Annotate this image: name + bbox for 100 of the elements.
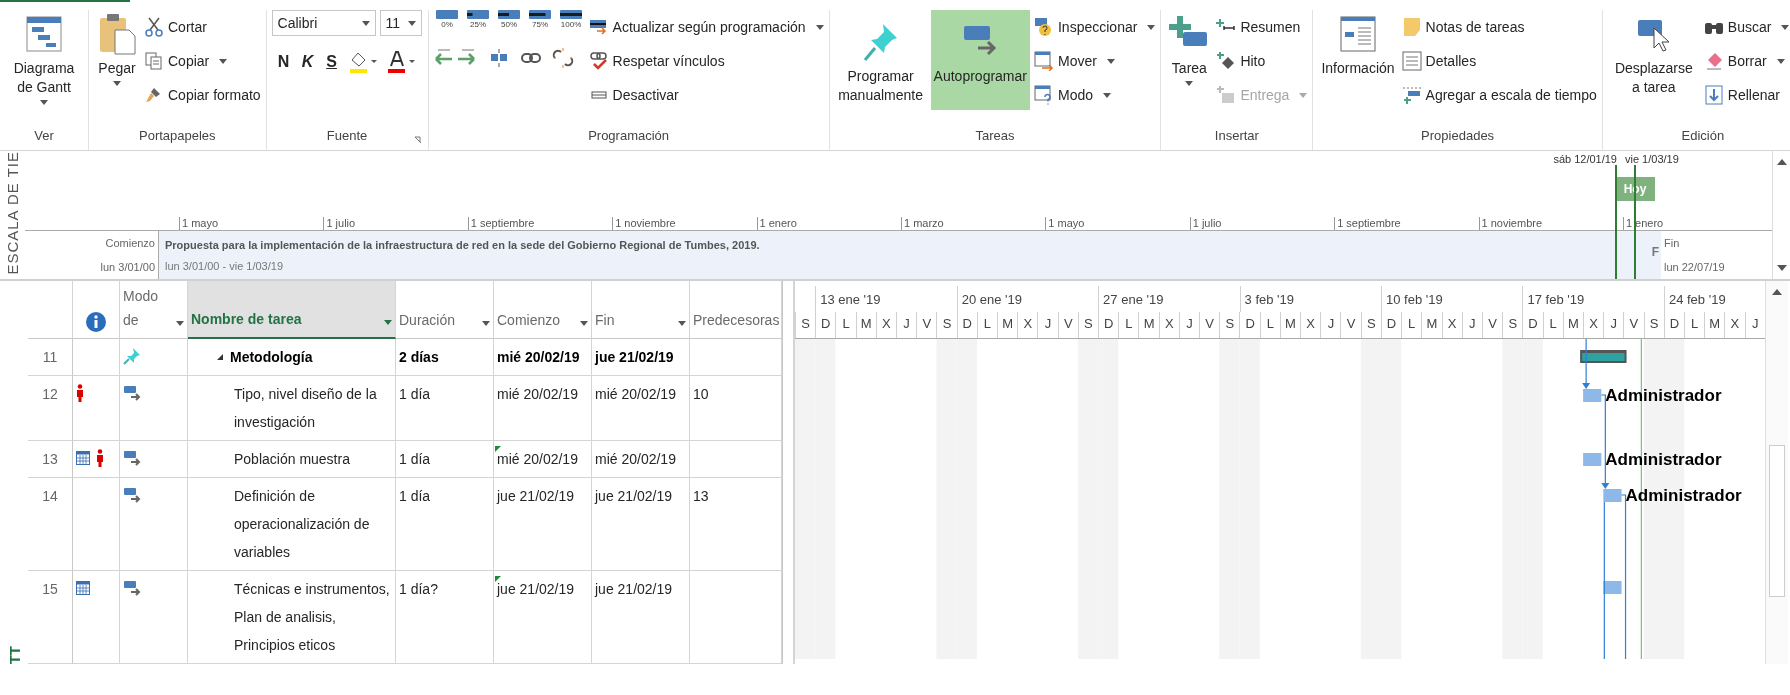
inactivate-button[interactable]: Desactivar: [588, 82, 824, 108]
dependency-arrow: [1582, 339, 1591, 389]
column-header[interactable]: Comienzo: [494, 281, 592, 339]
scrollbar-thumb[interactable]: [1769, 445, 1785, 597]
day-label: X: [1017, 312, 1038, 338]
day-label: X: [1158, 312, 1179, 338]
column-header[interactable]: Duración: [396, 281, 494, 339]
percent-complete-button[interactable]: 50%: [495, 10, 523, 29]
fill-down-button[interactable]: Rellenar: [1703, 82, 1790, 108]
timescale-label: 1 noviembre: [612, 217, 757, 230]
week-label: 13 ene '19: [820, 292, 881, 307]
gantt-chart-button[interactable]: Diagrama de Gantt: [5, 10, 83, 120]
summary-bar[interactable]: [1580, 350, 1627, 363]
caret-icon: [361, 20, 370, 26]
week-label: 20 ene '19: [961, 292, 1022, 307]
start-date-cell: jue 21/02/19: [497, 581, 575, 597]
find-button[interactable]: Buscar: [1703, 14, 1790, 40]
row-number: 13: [28, 441, 73, 478]
predecessors-cell: 13: [690, 478, 782, 571]
details-button[interactable]: Detalles: [1401, 48, 1597, 74]
filter-caret-icon[interactable]: [482, 321, 490, 326]
column-header[interactable]: Fin: [592, 281, 690, 339]
cut-button[interactable]: Cortar: [144, 14, 261, 40]
day-label: L: [976, 312, 998, 338]
manually-schedule-button[interactable]: Programar manualmente: [834, 10, 927, 110]
auto-schedule-button[interactable]: Autoprogramar: [930, 10, 1030, 110]
day-label: X: [1724, 312, 1745, 338]
unlink-icon[interactable]: [551, 47, 574, 69]
font-size-dropdown[interactable]: 11: [379, 10, 422, 36]
update-as-scheduled-button[interactable]: Actualizar según programación: [588, 14, 824, 40]
clipboard-icon: [97, 12, 137, 56]
clear-button[interactable]: Borrar: [1703, 48, 1790, 74]
task-bar[interactable]: [1603, 581, 1622, 594]
scroll-down-icon[interactable]: [1776, 265, 1787, 271]
day-label: V: [1623, 312, 1644, 338]
day-label: M: [1704, 312, 1725, 338]
dialog-launcher-icon[interactable]: [413, 136, 422, 144]
info-icon: [86, 312, 106, 332]
timescale-label: 1 mayo: [1045, 217, 1190, 230]
copy-button[interactable]: Copiar: [144, 48, 261, 74]
group-label: Tareas: [975, 128, 1015, 145]
percent-complete-button[interactable]: 75%: [526, 10, 554, 29]
start-date-cell: mié 20/02/19: [497, 349, 580, 365]
day-label: D: [1239, 312, 1260, 338]
scroll-to-task-button[interactable]: Desplazarse a tarea: [1607, 10, 1700, 120]
percent-complete-button[interactable]: 25%: [464, 10, 492, 29]
fill-down-icon: [1703, 85, 1724, 105]
mode-button[interactable]: Modo: [1034, 82, 1156, 108]
caret-icon: [219, 58, 228, 64]
timeline-bar[interactable]: Propuesta para la implementación de la infraestructura de red en la sede del Gobierno Regional de Tumbes, 2019. lun 3/01/00 - vie 1/03/19 F: [158, 231, 1661, 279]
caret-icon: [113, 81, 121, 86]
collapse-triangle-icon[interactable]: [216, 353, 224, 361]
font-color-icon[interactable]: [385, 50, 416, 74]
filter-caret-icon[interactable]: [176, 321, 184, 326]
day-label: L: [1401, 312, 1422, 338]
day-label: L: [1118, 312, 1139, 338]
summary-button[interactable]: Resumen: [1216, 14, 1308, 40]
day-label: M: [997, 312, 1018, 338]
milestone-button[interactable]: Hito: [1216, 48, 1308, 74]
italic-button[interactable]: K: [299, 53, 316, 71]
indicators-column-header[interactable]: [73, 281, 120, 339]
timeline-bar-dates: lun 3/01/00 - vie 1/03/19: [164, 259, 284, 272]
underline-button[interactable]: S: [323, 53, 340, 71]
start-date: lun 3/01/00: [100, 261, 155, 273]
timescale-label: 1 septiembre: [1334, 217, 1479, 230]
column-header[interactable]: Nombre de tarea: [188, 281, 396, 339]
day-label: L: [1542, 312, 1563, 338]
paste-button[interactable]: Pegar: [94, 10, 140, 120]
resource-label: Administrador: [1605, 386, 1722, 405]
row-number: 14: [28, 478, 73, 571]
day-label: V: [916, 312, 937, 338]
font-name-dropdown[interactable]: Calibri: [271, 10, 376, 36]
insert-task-button[interactable]: Tarea: [1166, 10, 1213, 120]
scissors-icon: [144, 17, 164, 37]
scrollbar[interactable]: [1765, 281, 1788, 664]
task-notes-button[interactable]: Notas de tareas: [1401, 14, 1597, 40]
inspect-button[interactable]: Inspeccionar: [1034, 14, 1156, 40]
start-date-cell: mié 20/02/19: [497, 451, 578, 467]
fill-color-icon[interactable]: [347, 50, 378, 74]
week-label: 17 feb '19: [1527, 292, 1585, 307]
row-number: 15: [28, 571, 73, 664]
respect-links-button[interactable]: Respetar vínculos: [588, 48, 824, 74]
filter-caret-icon[interactable]: [580, 321, 588, 326]
column-header[interactable]: Predecesoras: [690, 281, 782, 339]
format-painter-button[interactable]: Copiar formato: [144, 82, 261, 108]
day-label: X: [1300, 312, 1321, 338]
scroll-up-icon[interactable]: [1772, 289, 1782, 295]
add-to-timeline-button[interactable]: Agregar a escala de tiempo: [1401, 82, 1597, 108]
percent-complete-button[interactable]: 0%: [433, 10, 461, 29]
task-name: Técnicas e instrumentos, Plan de analisis, Principios eticos: [234, 580, 391, 655]
move-button[interactable]: Mover: [1034, 48, 1156, 74]
finish-label: Fin: [1664, 237, 1681, 249]
percent-complete-button[interactable]: 100%: [557, 10, 585, 29]
scroll-up-icon[interactable]: [1776, 159, 1787, 165]
scrollbar[interactable]: [1772, 151, 1790, 279]
filter-caret-icon[interactable]: [384, 320, 392, 325]
day-label: M: [855, 312, 876, 338]
filter-caret-icon[interactable]: [678, 321, 686, 326]
information-button[interactable]: Información: [1318, 10, 1398, 120]
bold-button[interactable]: N: [275, 53, 292, 71]
